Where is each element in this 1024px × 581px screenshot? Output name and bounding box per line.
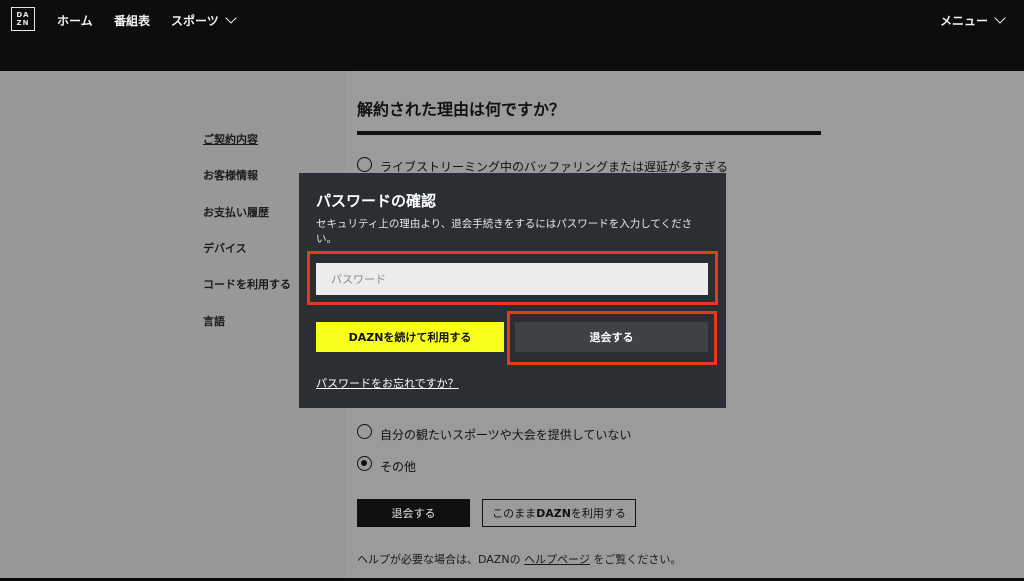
nav-sports[interactable]: スポーツ [171,12,237,29]
help-text: ヘルプが必要な場合は、DAZNの ヘルプページ をご覧ください。 [357,551,681,567]
page-unsubscribe-button[interactable]: 退会する [357,499,470,527]
sidebar-item-payment-history[interactable]: お支払い履歴 [203,204,269,220]
sub-header [0,42,1024,71]
nav-menu-label: メニュー [940,14,989,28]
continue-prefix: このまま [492,507,537,520]
password-confirm-modal: パスワードの確認 セキュリティ上の理由より、退会手続きをするにはパスワードを入力… [299,173,726,408]
help-page-link[interactable]: ヘルプページ [524,553,590,566]
sidebar-item-devices[interactable]: デバイス [203,240,247,256]
radio-no-sports[interactable] [357,424,372,439]
sidebar [0,71,346,581]
modal-title: パスワードの確認 [316,192,437,210]
page-continue-button[interactable]: このまま DAZN を利用する [482,499,636,527]
option-label-other: その他 [380,460,417,474]
survey-title: 解約された理由は何ですか？ [357,100,566,119]
title-divider [357,131,821,135]
sidebar-item-contract[interactable]: ご契約内容 [203,131,258,147]
nav-schedule[interactable]: 番組表 [114,12,150,29]
continue-suffix: を利用する [570,507,626,520]
top-nav: DA ZN ホーム 番組表 スポーツ メニュー [0,0,1024,42]
unsubscribe-button[interactable]: 退会する [515,322,708,352]
radio-other[interactable] [357,456,372,471]
nav-home[interactable]: ホーム [57,12,93,29]
chevron-down-icon [994,12,1006,24]
nav-sports-label: スポーツ [171,14,219,28]
help-suffix: をご覧ください。 [589,553,682,566]
help-prefix: ヘルプが必要な場合は、DAZNの [357,553,525,566]
password-input[interactable] [316,263,708,295]
option-label-no-sports: 自分の観たいスポーツや大会を提供していない [380,428,632,442]
logo-line-1: DA [16,11,30,19]
sidebar-item-language[interactable]: 言語 [203,313,225,329]
radio-buffering[interactable] [357,157,372,172]
continue-brand: DAZN [536,506,571,520]
logo-line-2: ZN [16,19,30,27]
sidebar-item-customer-info[interactable]: お客様情報 [203,167,258,183]
chevron-down-icon [225,12,237,24]
dazn-logo[interactable]: DA ZN [11,7,35,31]
forgot-password-link[interactable]: パスワードをお忘れですか？ [316,375,459,391]
sidebar-item-redeem-code[interactable]: コードを利用する [203,276,291,292]
modal-description: セキュリティ上の理由より、退会手続きをするにはパスワードを入力してください。 [316,218,693,245]
continue-dazn-button[interactable]: DAZNを続けて利用する [316,322,504,352]
nav-menu[interactable]: メニュー [940,12,1006,29]
